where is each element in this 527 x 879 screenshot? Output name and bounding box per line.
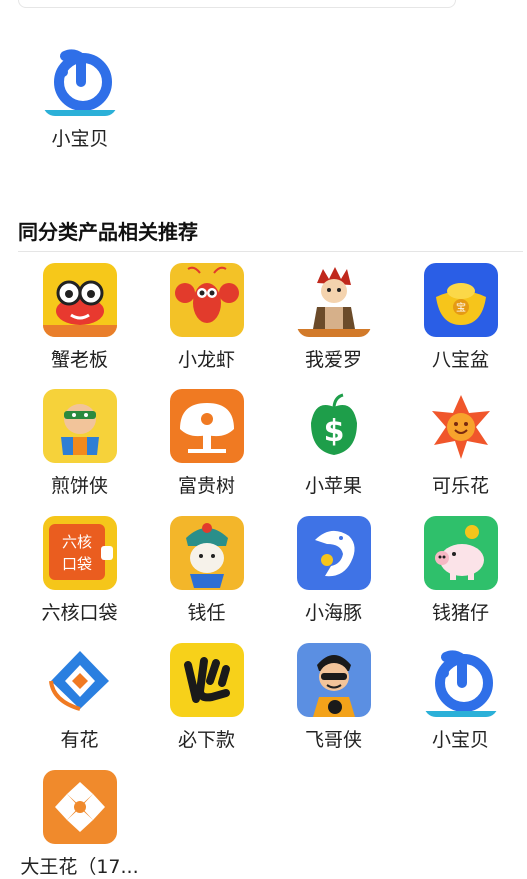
crab-icon: [42, 263, 117, 337]
app-item[interactable]: 必下款: [143, 643, 270, 752]
liuhe-pocket-icon: 六核 口袋: [42, 516, 117, 590]
gaara-icon: [296, 263, 371, 337]
app-label: 有花: [60, 729, 99, 751]
xiaobaobei-icon: [423, 643, 498, 717]
svg-text:宝: 宝: [456, 301, 466, 314]
app-label: 我爱罗: [304, 349, 362, 371]
app-item[interactable]: 钱猪仔: [397, 516, 524, 625]
app-label: 小宝贝: [431, 729, 489, 751]
app-label: 大王花（17...: [20, 856, 139, 878]
app-item[interactable]: 飞哥侠: [270, 643, 397, 752]
dolphin-icon: [296, 516, 371, 590]
app-label: 六核口袋: [41, 602, 118, 624]
bixiakuan-icon: [169, 643, 244, 717]
app-item[interactable]: 有花: [16, 643, 143, 752]
apple-dollar-icon: $: [296, 389, 371, 463]
svg-text:口袋: 口袋: [61, 555, 91, 573]
search-bar[interactable]: [18, 0, 456, 8]
jianbingxia-icon: [42, 389, 117, 463]
app-label: 蟹老板: [50, 349, 108, 371]
app-label: 八宝盆: [431, 349, 489, 371]
app-item[interactable]: 小龙虾: [143, 263, 270, 372]
app-item[interactable]: 富贵树: [143, 389, 270, 498]
featured-app[interactable]: 小宝贝: [40, 42, 120, 151]
lobster-icon: [169, 263, 244, 337]
app-label: 小苹果: [304, 475, 362, 497]
xiaobaobei-icon: [43, 42, 117, 116]
app-item[interactable]: 蟹老板: [16, 263, 143, 372]
svg-text:$: $: [323, 414, 344, 449]
opera-mask-icon: [169, 516, 244, 590]
app-label: 小龙虾: [177, 349, 235, 371]
gold-ingot-icon: 宝: [423, 263, 498, 337]
app-label: 钱猪仔: [431, 602, 489, 624]
app-label: 飞哥侠: [304, 729, 362, 751]
smiling-flower-icon: [423, 389, 498, 463]
app-item[interactable]: 小海豚: [270, 516, 397, 625]
app-item[interactable]: 宝 八宝盆: [397, 263, 524, 372]
app-item[interactable]: 钱任: [143, 516, 270, 625]
app-item[interactable]: 六核 口袋 六核口袋: [16, 516, 143, 625]
svg-text:六核: 六核: [61, 533, 91, 551]
app-label: 必下款: [177, 729, 235, 751]
app-label: 小海豚: [304, 602, 362, 624]
app-label: 富贵树: [177, 475, 235, 497]
section-title: 同分类产品相关推荐: [18, 220, 198, 244]
app-item[interactable]: 大王花（17...: [16, 770, 143, 879]
app-label: 可乐花: [431, 475, 489, 497]
app-item[interactable]: 我爱罗: [270, 263, 397, 372]
app-item[interactable]: $ 小苹果: [270, 389, 397, 498]
app-label: 煎饼侠: [50, 475, 108, 497]
app-item[interactable]: 煎饼侠: [16, 389, 143, 498]
piggy-bank-icon: [423, 516, 498, 590]
divider: [18, 251, 523, 252]
dawanghua-icon: [42, 770, 117, 844]
app-label: 钱任: [187, 602, 226, 624]
tree-icon: [169, 389, 244, 463]
youhua-icon: [42, 643, 117, 717]
featured-app-label: 小宝贝: [51, 128, 109, 150]
app-item[interactable]: 可乐花: [397, 389, 524, 498]
feigexia-icon: [296, 643, 371, 717]
app-item[interactable]: 小宝贝: [397, 643, 524, 752]
